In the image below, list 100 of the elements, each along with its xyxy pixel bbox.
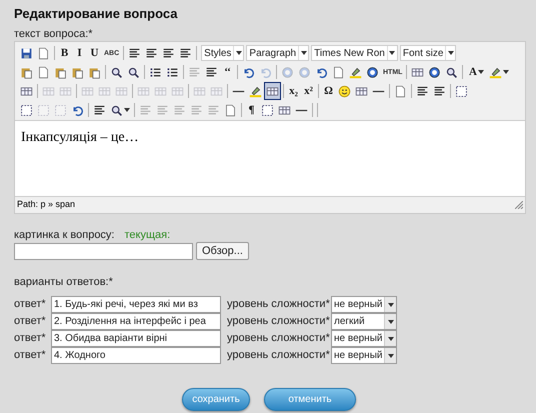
- answer-field[interactable]: 2. Розділення на інтерфейс і реа: [51, 313, 221, 330]
- clipboard-icon: [88, 66, 101, 78]
- text-lines-icon: [433, 84, 446, 98]
- toolbar-button[interactable]: I: [72, 44, 87, 62]
- page-heading: Редактирование вопроса: [14, 6, 178, 22]
- table-icon: [154, 84, 167, 98]
- table-icon: [193, 84, 206, 98]
- text-lines-icon: [162, 46, 176, 60]
- difficulty-label: уровень сложности*: [227, 297, 329, 312]
- magnifier-icon: [110, 66, 123, 78]
- caret-icon: [300, 51, 307, 55]
- toolbar-button[interactable]: ¶: [244, 101, 259, 119]
- text-lines-icon: [205, 66, 218, 78]
- field-label: варианты ответов:*: [14, 275, 114, 289]
- text-lines-icon: [207, 104, 220, 116]
- toolbar-button[interactable]: Ω: [321, 82, 336, 100]
- clipboard-icon: [54, 66, 67, 78]
- curved-arrow-icon: [315, 66, 328, 78]
- caret-icon: [388, 320, 394, 324]
- toolbar-button[interactable]: U: [87, 44, 102, 62]
- page-icon: [37, 46, 50, 60]
- marker-icon: [249, 84, 262, 98]
- caret-icon: [388, 354, 394, 358]
- dashed-square-icon: [54, 104, 67, 116]
- page-icon: [394, 84, 407, 98]
- difficulty-dropdown[interactable]: легкий: [331, 313, 397, 330]
- difficulty-dropdown[interactable]: не верный: [331, 347, 397, 364]
- text-lines-icon: [416, 84, 429, 98]
- editor-text: Інкапсуляція – це…: [21, 129, 140, 147]
- difficulty-label: уровень сложности*: [227, 331, 329, 346]
- caret-icon: [388, 302, 394, 306]
- table-icon: [98, 84, 111, 98]
- caret-icon: [389, 51, 396, 55]
- difficulty-dropdown[interactable]: не верный: [331, 330, 397, 347]
- text-lines-icon: [128, 46, 142, 60]
- answer-label: ответ*: [14, 314, 47, 330]
- dashed-square-icon: [37, 104, 50, 116]
- dashed-square-icon: [455, 84, 468, 98]
- table-icon: [210, 84, 223, 98]
- magnifier-icon: [110, 104, 123, 116]
- round-icon: [428, 66, 442, 78]
- table-icon: [59, 84, 72, 98]
- toolbar-dropdown[interactable]: Times New Ron: [311, 45, 398, 61]
- file-path-field[interactable]: [14, 242, 193, 260]
- round-icon: [366, 66, 379, 78]
- field-label: картинка к вопросу:: [14, 228, 114, 242]
- answer-field[interactable]: 4. Жодного: [51, 347, 221, 364]
- table-icon: [411, 66, 424, 78]
- caret-icon: [388, 336, 394, 340]
- toolbar-split-button[interactable]: A: [465, 63, 488, 81]
- toolbar-button[interactable]: x²: [301, 82, 316, 100]
- resize-grip-icon[interactable]: [515, 201, 523, 209]
- page-icon: [224, 104, 237, 116]
- toolbar-button[interactable]: B: [57, 44, 72, 62]
- text-lines-icon: [93, 104, 106, 116]
- marker-icon: [489, 66, 502, 78]
- difficulty-dropdown[interactable]: не верный: [331, 296, 397, 313]
- text-lines-icon: [173, 104, 186, 116]
- text-lines-icon: [145, 46, 158, 60]
- caret-icon: [478, 70, 484, 74]
- toolbar-dropdown[interactable]: Font size: [400, 45, 456, 61]
- smiley-icon: [338, 84, 351, 98]
- table-icon: [115, 84, 128, 98]
- answer-label: ответ*: [14, 348, 47, 364]
- round-icon: [281, 66, 294, 78]
- clipboard-icon: [20, 66, 33, 78]
- magnifier-icon: [445, 66, 458, 78]
- answer-label: ответ*: [14, 297, 47, 312]
- dashed-square-icon: [261, 104, 274, 116]
- table-icon: [20, 84, 33, 98]
- page-icon: [332, 66, 345, 78]
- caret-icon: [236, 51, 242, 55]
- table-icon: [278, 104, 291, 116]
- answer-field[interactable]: 1. Будь-які речі, через які ми вз: [51, 296, 221, 313]
- table-icon: [137, 84, 150, 98]
- browse-button[interactable]: Обзор...: [196, 242, 249, 260]
- text-lines-icon: [179, 46, 192, 60]
- marker-icon: [349, 66, 362, 78]
- table-icon: [81, 84, 94, 98]
- text-lines-icon: [139, 104, 152, 116]
- toolbar-button[interactable]: ‘‘: [220, 63, 235, 81]
- list-icon: [149, 66, 162, 78]
- current-picture-label: текущая:: [124, 228, 170, 242]
- difficulty-label: уровень сложности*: [227, 314, 329, 330]
- table-icon: [355, 84, 368, 98]
- caret-icon: [503, 70, 510, 74]
- toolbar-button[interactable]: x₂: [286, 82, 301, 100]
- magnifier-icon: [127, 66, 140, 78]
- toolbar-dropdown[interactable]: Paragraph: [246, 45, 310, 61]
- field-label: текст вопроса:*: [14, 27, 94, 41]
- curved-arrow-icon: [259, 66, 272, 78]
- difficulty-label: уровень сложности*: [227, 348, 329, 364]
- toolbar-dropdown[interactable]: Styles: [201, 45, 244, 61]
- dashed-square-icon: [20, 104, 33, 116]
- text-lines-icon: [190, 104, 203, 116]
- table-icon: [266, 84, 279, 98]
- caret-icon: [124, 108, 130, 112]
- page-icon: [37, 66, 50, 78]
- toolbar-button[interactable]: [264, 82, 281, 100]
- answer-field[interactable]: 3. Обидва варіанти вірні: [51, 330, 221, 347]
